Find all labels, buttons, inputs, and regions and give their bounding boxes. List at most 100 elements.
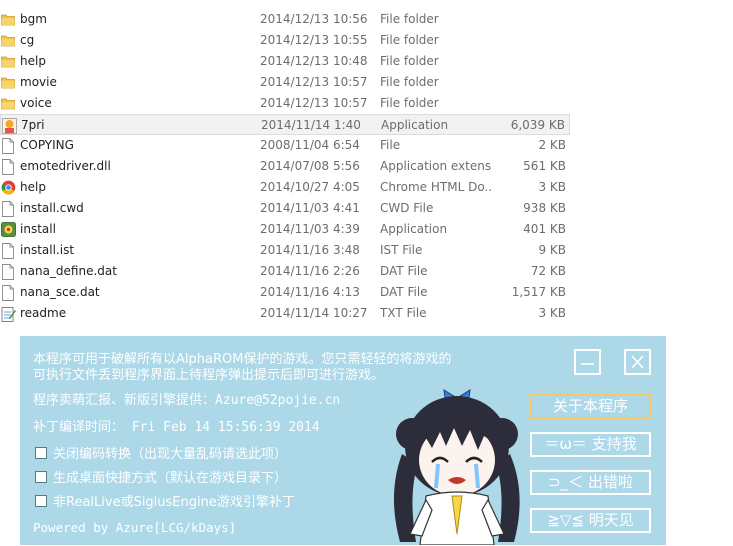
file-date: 2014/11/16 4:13 <box>260 285 360 299</box>
contact-info: 程序卖萌汇报、新版引擎提供：Azure@52pojie.cn <box>33 393 341 408</box>
file-row[interactable]: movie 2014/12/13 10:57 File folder <box>0 72 570 93</box>
build-time: 补丁编译时间： Fri Feb 14 15:56:39 2014 <box>33 420 320 435</box>
file-row[interactable]: help 2014/10/27 4:05 Chrome HTML Do... 3 KB <box>0 177 570 198</box>
close-icon <box>631 355 644 369</box>
file-size: 6,039 KB <box>510 118 565 132</box>
file-name: voice <box>20 96 52 110</box>
file-date: 2008/11/04 6:54 <box>260 138 360 152</box>
file-name: 7pri <box>21 118 45 132</box>
file-date: 2014/11/03 4:41 <box>260 201 360 215</box>
file-icon <box>1 264 15 280</box>
file-date: 2014/12/13 10:57 <box>260 75 368 89</box>
file-date: 2014/10/27 4:05 <box>260 180 360 194</box>
file-type: File folder <box>380 12 439 26</box>
minimize-icon <box>581 363 594 365</box>
file-size: 2 KB <box>538 138 566 152</box>
folder-icon <box>1 12 15 27</box>
notepad-icon <box>1 306 16 322</box>
file-name: help <box>20 54 46 68</box>
mascot-illustration <box>393 389 520 545</box>
file-type: Application extens... <box>380 159 492 173</box>
file-date: 2014/11/16 2:26 <box>260 264 360 278</box>
file-date: 2014/12/13 10:56 <box>260 12 368 26</box>
file-row[interactable]: install.ist 2014/11/16 3:48 IST File 9 KB <box>0 240 570 261</box>
file-row[interactable]: COPYING 2008/11/04 6:54 File 2 KB <box>0 135 570 156</box>
file-row[interactable]: install.cwd 2014/11/03 4:41 CWD File 938 KB <box>0 198 570 219</box>
file-date: 2014/07/08 5:56 <box>260 159 360 173</box>
file-name: bgm <box>20 12 47 26</box>
file-size: 72 KB <box>530 264 566 278</box>
file-type: DAT File <box>380 264 428 278</box>
file-size: 9 KB <box>538 243 566 257</box>
error-report-button[interactable]: ⊃_＜ 出错啦 <box>530 470 651 495</box>
file-size: 3 KB <box>538 180 566 194</box>
about-button[interactable]: 关于本程序 <box>530 394 651 419</box>
option-label-engine[interactable]: 非RealLive或SiglusEngine游戏引擎补丁 <box>53 491 295 510</box>
file-row[interactable]: readme 2014/11/14 10:27 TXT File 3 KB <box>0 303 570 324</box>
file-date: 2014/12/13 10:48 <box>260 54 368 68</box>
file-row[interactable]: install 2014/11/03 4:39 Application 401 KB <box>0 219 570 240</box>
file-date: 2014/11/14 1:40 <box>261 118 361 132</box>
file-type: Chrome HTML Do... <box>380 180 492 194</box>
folder-icon <box>1 33 15 48</box>
file-name: install <box>20 222 56 236</box>
file-name: install.cwd <box>20 201 84 215</box>
file-row[interactable]: 7pri 2014/11/14 1:40 Application 6,039 KB <box>0 114 570 135</box>
file-row[interactable]: nana_sce.dat 2014/11/16 4:13 DAT File 1,517… <box>0 282 570 303</box>
file-size: 561 KB <box>523 159 566 173</box>
file-icon <box>1 138 15 154</box>
file-name: readme <box>20 306 67 320</box>
folder-icon <box>1 96 15 111</box>
option-checkbox-engine[interactable] <box>35 495 47 507</box>
file-name: install.ist <box>20 243 75 257</box>
file-type: Application <box>381 118 449 132</box>
file-type: TXT File <box>380 306 427 320</box>
file-icon <box>1 243 15 259</box>
file-type: File folder <box>380 54 439 68</box>
app-character-icon <box>2 118 17 134</box>
file-date: 2014/12/13 10:55 <box>260 33 368 47</box>
file-type: File folder <box>380 96 439 110</box>
file-name: emotedriver.dll <box>20 159 111 173</box>
file-date: 2014/11/03 4:39 <box>260 222 360 236</box>
file-size: 1,517 KB <box>511 285 566 299</box>
file-name: cg <box>20 33 35 47</box>
file-name: movie <box>20 75 57 89</box>
chrome-icon <box>1 180 16 195</box>
installer-icon <box>1 222 16 237</box>
file-size: 401 KB <box>523 222 566 236</box>
option-label-shortcut[interactable]: 生成桌面快捷方式（默认在游戏目录下） <box>53 467 287 486</box>
option-label-encoding[interactable]: 关闭编码转换（出现大量乱码请选此项） <box>53 443 287 462</box>
file-icon <box>1 285 15 301</box>
file-date: 2014/11/16 3:48 <box>260 243 360 257</box>
option-checkbox-shortcut[interactable] <box>35 471 47 483</box>
file-name: nana_define.dat <box>20 264 117 278</box>
file-name: help <box>20 180 46 194</box>
file-row[interactable]: help 2014/12/13 10:48 File folder <box>0 51 570 72</box>
folder-icon <box>1 54 15 69</box>
file-row[interactable]: bgm 2014/12/13 10:56 File folder <box>0 9 570 30</box>
file-date: 2014/12/13 10:57 <box>260 96 368 110</box>
file-type: IST File <box>380 243 423 257</box>
patcher-dialog: 本程序可用于破解所有以AlphaROM保护的游戏。您只需轻轻的将游戏的 可执行文… <box>20 336 666 545</box>
file-type: DAT File <box>380 285 428 299</box>
support-button[interactable]: ＝ω＝ 支持我 <box>530 432 651 457</box>
file-type: File folder <box>380 33 439 47</box>
file-row[interactable]: emotedriver.dll 2014/07/08 5:56 Applicatio… <box>0 156 570 177</box>
file-type: Application <box>380 222 448 236</box>
file-size: 938 KB <box>523 201 566 215</box>
file-size: 3 KB <box>538 306 566 320</box>
minimize-button[interactable] <box>574 349 601 375</box>
file-row[interactable]: voice 2014/12/13 10:57 File folder <box>0 93 570 114</box>
file-row[interactable]: cg 2014/12/13 10:55 File folder <box>0 30 570 51</box>
file-type: CWD File <box>380 201 434 215</box>
file-name: COPYING <box>20 138 74 152</box>
file-row[interactable]: nana_define.dat 2014/11/16 2:26 DAT File 72… <box>0 261 570 282</box>
folder-icon <box>1 75 15 90</box>
option-checkbox-encoding[interactable] <box>35 447 47 459</box>
file-type: File <box>380 138 401 152</box>
file-name: nana_sce.dat <box>20 285 100 299</box>
exit-button[interactable]: ≧▽≦ 明天见 <box>530 508 651 533</box>
close-button[interactable] <box>624 349 651 375</box>
file-type: File folder <box>380 75 439 89</box>
